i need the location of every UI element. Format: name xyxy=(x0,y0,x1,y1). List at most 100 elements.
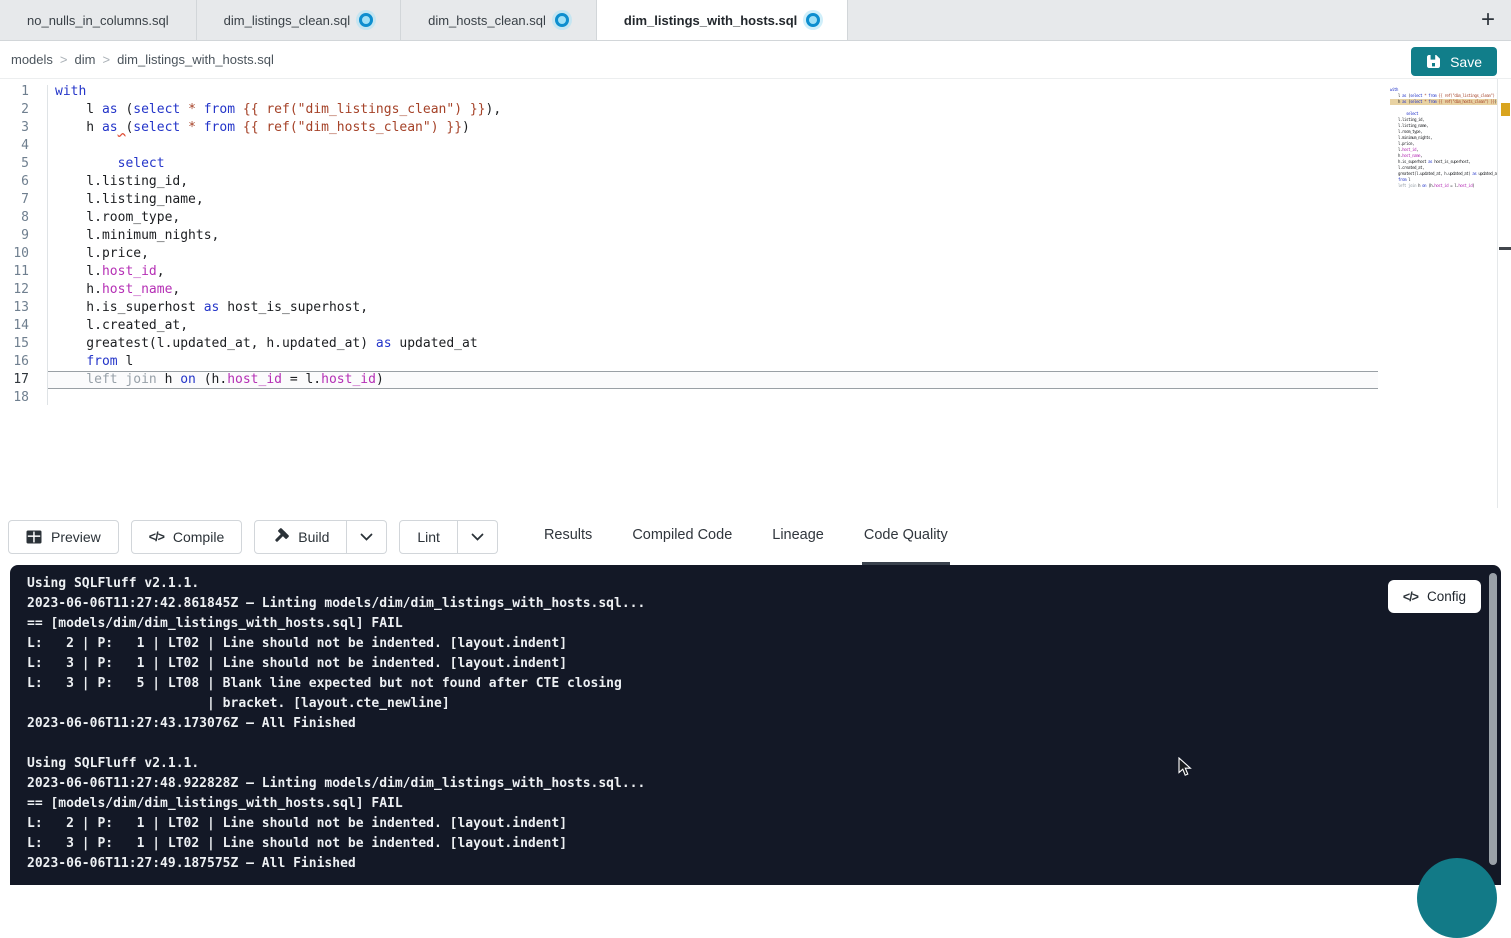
preview-icon xyxy=(26,530,42,544)
editor-tab[interactable]: dim_hosts_clean.sql xyxy=(401,0,597,40)
code-token: {{ ref("dim_hosts_clean") }} xyxy=(243,120,462,135)
code-line[interactable]: l.listing_name, xyxy=(48,191,1378,209)
code-token xyxy=(196,102,204,117)
minimap-token: {{ ref("dim_hosts_clean") }} xyxy=(1438,99,1494,104)
code-line[interactable]: l.host_id, xyxy=(48,263,1378,281)
code-line[interactable]: with xyxy=(48,83,1378,101)
chevron-down-icon xyxy=(360,533,373,541)
minimap-token: = l. xyxy=(1448,183,1458,188)
minimap-token: l.room_type, xyxy=(1390,129,1422,134)
compile-button[interactable]: </> Compile xyxy=(131,520,242,554)
tab-label: dim_listings_clean.sql xyxy=(224,13,350,28)
chevron-down-icon xyxy=(471,533,484,541)
code-line[interactable] xyxy=(48,137,1378,155)
minimap-token: with xyxy=(1390,87,1398,92)
line-number: 8 xyxy=(0,209,29,227)
code-token: l.price, xyxy=(55,246,149,261)
build-button[interactable]: Build xyxy=(254,520,347,554)
code-line[interactable]: l as (select * from {{ ref("dim_listings… xyxy=(48,101,1378,119)
help-bubble-button[interactable] xyxy=(1417,858,1497,938)
build-label: Build xyxy=(298,529,329,545)
build-split-button: Build xyxy=(254,520,387,554)
code-line[interactable]: l.listing_id, xyxy=(48,173,1378,191)
minimap-token: host_name xyxy=(1402,153,1420,158)
code-line[interactable]: h.host_name, xyxy=(48,281,1378,299)
preview-button[interactable]: Preview xyxy=(8,520,119,554)
new-tab-button[interactable]: + xyxy=(1465,0,1511,40)
lint-button[interactable]: Lint xyxy=(399,520,458,554)
minimap-token: select xyxy=(1410,99,1422,104)
code-token: from xyxy=(204,102,235,117)
breadcrumb-segment[interactable]: dim xyxy=(75,52,96,67)
code-token: ) xyxy=(376,372,384,387)
panel-tab-lineage[interactable]: Lineage xyxy=(770,508,826,565)
code-token: greatest(l.updated_at, h.updated_at) xyxy=(55,336,376,351)
code-line[interactable]: left join h on (h.host_id = l.host_id) xyxy=(48,371,1378,389)
save-button-label: Save xyxy=(1450,54,1482,70)
save-button[interactable]: Save xyxy=(1411,47,1497,76)
code-editor[interactable]: 123456789101112131415161718 with l as (s… xyxy=(0,79,1511,508)
code-token: l.minimum_nights, xyxy=(55,228,219,243)
code-token: as xyxy=(204,300,220,315)
minimap-token: l.created_at, xyxy=(1390,165,1424,170)
tab-label: dim_listings_with_hosts.sql xyxy=(624,13,797,28)
panel-tab-code-quality[interactable]: Code Quality xyxy=(862,508,950,565)
line-number: 6 xyxy=(0,173,29,191)
code-token: as xyxy=(376,336,392,351)
editor-tab[interactable]: dim_listings_clean.sql xyxy=(197,0,401,40)
line-number: 18 xyxy=(0,389,29,407)
breadcrumb-segment[interactable]: models xyxy=(11,52,53,67)
code-token: updated_at xyxy=(392,336,478,351)
terminal-scrollbar[interactable] xyxy=(1489,573,1497,865)
code-line[interactable]: l.price, xyxy=(48,245,1378,263)
minimap-token: h. xyxy=(1390,153,1402,158)
code-line[interactable] xyxy=(48,389,1378,407)
line-number: 5 xyxy=(0,155,29,173)
code-token xyxy=(55,156,118,171)
code-line[interactable]: l.room_type, xyxy=(48,209,1378,227)
code-token: {{ ref("dim_listings_clean") }} xyxy=(243,102,486,117)
minimap[interactable]: with l as (select * from {{ ref("dim_lis… xyxy=(1390,87,1497,195)
lint-dropdown-button[interactable] xyxy=(458,520,498,554)
minimap-token: from xyxy=(1398,177,1406,182)
code-line[interactable]: h.is_superhost as host_is_superhost, xyxy=(48,299,1378,317)
code-token: with xyxy=(55,84,86,99)
build-dropdown-button[interactable] xyxy=(347,520,387,554)
editor-tab[interactable]: no_nulls_in_columns.sql xyxy=(0,0,197,40)
minimap-token: host_is_superhost, xyxy=(1432,159,1470,164)
code-token: from xyxy=(86,354,117,369)
code-token: h xyxy=(55,120,102,135)
line-number: 16 xyxy=(0,353,29,371)
code-token: * xyxy=(188,120,196,135)
cursor-position-marker xyxy=(1499,247,1511,250)
config-icon: </> xyxy=(1403,590,1418,604)
minimap-token: l.listing_name, xyxy=(1390,123,1428,128)
breadcrumb-segment[interactable]: dim_listings_with_hosts.sql xyxy=(117,52,274,67)
panel-tab-results[interactable]: Results xyxy=(542,508,594,565)
minimap-token: h.is_superhost xyxy=(1390,159,1428,164)
code-token: left join xyxy=(55,372,165,387)
line-number: 7 xyxy=(0,191,29,209)
minimap-token: updated_at xyxy=(1476,171,1497,176)
code-line[interactable]: h as (select * from {{ ref("dim_hosts_cl… xyxy=(48,119,1378,137)
code-token: as xyxy=(102,120,118,135)
code-line[interactable]: from l xyxy=(48,353,1378,371)
minimap-token xyxy=(1390,177,1398,182)
minimap-line: h as (select * from {{ ref("dim_hosts_cl… xyxy=(1390,99,1497,105)
code-line[interactable]: l.created_at, xyxy=(48,317,1378,335)
editor-tab[interactable]: dim_listings_with_hosts.sql xyxy=(597,0,848,40)
code-line[interactable]: l.minimum_nights, xyxy=(48,227,1378,245)
code-content[interactable]: with l as (select * from {{ ref("dim_lis… xyxy=(48,83,1378,407)
code-line[interactable]: greatest(l.updated_at, h.updated_at) as … xyxy=(48,335,1378,353)
compile-icon: </> xyxy=(149,530,164,544)
lint-warning-marker[interactable] xyxy=(1501,103,1510,116)
config-button[interactable]: </> Config xyxy=(1388,580,1481,613)
editor-tab-bar: no_nulls_in_columns.sql dim_listings_clea… xyxy=(0,0,1511,41)
minimap-token: host_id xyxy=(1458,183,1472,188)
line-number: 13 xyxy=(0,299,29,317)
panel-tab-compiled-code[interactable]: Compiled Code xyxy=(630,508,734,565)
terminal-panel: Using SQLFluff v2.1.1. 2023-06-06T11:27:… xyxy=(10,565,1501,885)
code-line[interactable]: select xyxy=(48,155,1378,173)
code-token: from xyxy=(204,120,235,135)
minimap-token: ) xyxy=(1472,183,1474,188)
